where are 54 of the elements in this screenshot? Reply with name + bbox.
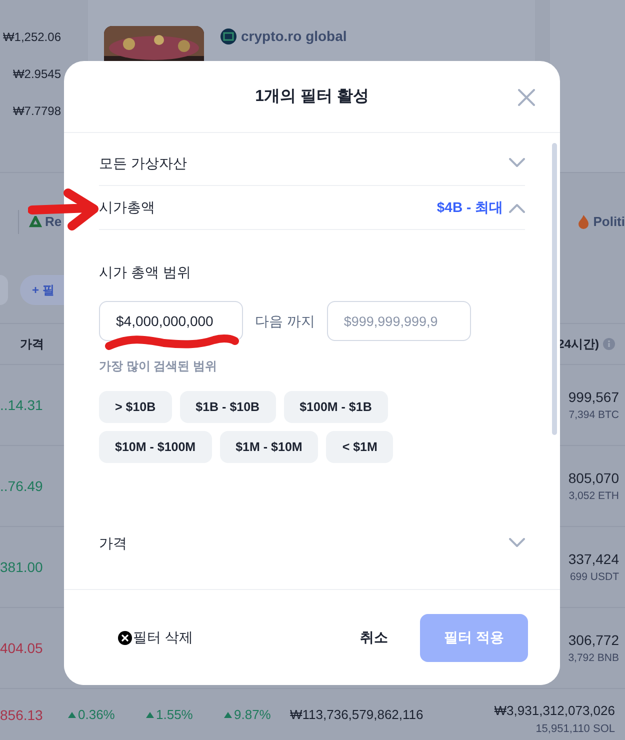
x-circle-icon <box>118 630 132 644</box>
volume-coin: 3,052 ETH <box>568 488 619 504</box>
volume-coin: 7,394 BTC <box>568 408 619 423</box>
price-text: ₩7.7798 <box>12 103 61 120</box>
min-field[interactable]: $4,000,000,000 <box>99 301 243 341</box>
price-cell-text: ..76.49 <box>0 476 43 496</box>
preset-chip[interactable]: $1B - $10B <box>180 391 276 423</box>
dialog-title: 1개의 필터 활성 <box>255 86 369 106</box>
volume-cell-text: 999,567 <box>568 388 619 407</box>
preset-chip[interactable]: $100M - $1B <box>284 391 388 423</box>
price-cell-text: 404.05 <box>0 638 43 658</box>
volume-coin: 699 USDT <box>570 570 619 585</box>
info-icon <box>603 338 615 350</box>
range-label: 시가 총액 범위 <box>99 263 192 282</box>
range-summary: $4B - 최대 <box>436 198 503 217</box>
accordion-header[interactable]: 모든 가상자산 <box>99 141 525 185</box>
to-label: 다음 까지 <box>255 312 315 330</box>
accordion-header[interactable]: 시가총액 $4B - 최대 <box>99 186 525 230</box>
close-icon <box>518 88 534 106</box>
change-cell-text: 1.55% <box>156 706 193 724</box>
cancel-button[interactable]: 취소 <box>360 627 388 648</box>
price-cell-text: ..14.31 <box>0 396 43 414</box>
triangle-up-icon <box>68 712 76 718</box>
preset-chip[interactable]: > $10B <box>99 391 172 423</box>
change-cell-text: 0.36% <box>78 706 115 724</box>
max-field[interactable]: $999,999,999,9 <box>326 301 471 341</box>
column-header: 가격 <box>20 336 44 353</box>
accordion-header[interactable]: 가격 <box>99 521 525 565</box>
volume-cell-text: 337,424 <box>568 550 619 569</box>
presets-label: 가장 많이 검색된 범위 <box>99 358 218 375</box>
clear-filters-button[interactable]: 필터 삭제 <box>118 627 193 648</box>
arrow-annotation <box>28 188 100 232</box>
price-text: ₩2.9545 <box>12 66 61 83</box>
triangle-up-icon <box>224 712 232 718</box>
source-name: crypto.ro global <box>241 28 347 45</box>
preset-chip[interactable]: $1M - $10M <box>220 431 318 463</box>
volume-cell-text: ₩3,931,312,073,026 <box>494 702 615 720</box>
chevron-up-icon <box>509 202 525 212</box>
chevron-down-icon <box>509 538 525 548</box>
preset-chip[interactable]: < $1M <box>326 431 394 463</box>
logo-icon <box>220 28 237 45</box>
volume-coin: 3,792 BNB <box>568 650 619 666</box>
chevron-down-icon <box>509 158 525 168</box>
preset-chip[interactable]: $10M - $100M <box>99 431 212 463</box>
flame-icon <box>578 215 590 229</box>
volume-cell-text: 306,772 <box>568 630 619 650</box>
price-text: ₩1,252.06 <box>2 29 61 46</box>
triangle-up-icon <box>146 712 154 718</box>
price-cell-text: 381.00 <box>0 558 43 576</box>
volume-cell-text: 805,070 <box>568 468 619 488</box>
market-cap-cell-text: ₩113,736,579,862,116 <box>290 706 424 724</box>
volume-coin: 15,951,110 SOL <box>536 722 615 736</box>
price-cell-text: 856.13 <box>0 706 44 725</box>
change-cell-text: 9.87% <box>234 706 271 724</box>
